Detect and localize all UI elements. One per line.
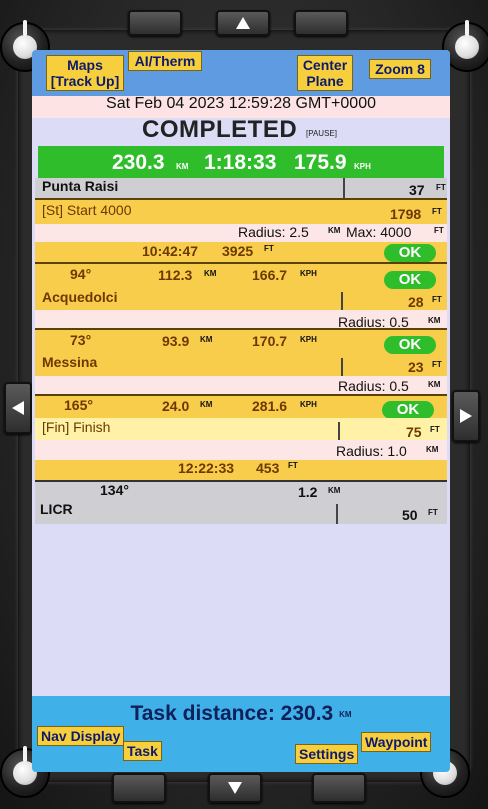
triangle-down-icon — [228, 782, 242, 794]
summary-speed-unit: KPH — [354, 162, 371, 171]
pause-button[interactable]: [PAUSE] — [306, 129, 337, 138]
leg1-elevation-unit: FT — [432, 295, 442, 304]
arrival-row[interactable] — [35, 482, 447, 524]
leg2-bearing: 73° — [70, 332, 92, 348]
finish-elevation-unit: FT — [430, 425, 440, 434]
leg2-elevation: 23 — [408, 359, 424, 375]
leg1-speed: 166.7 — [252, 267, 288, 283]
leg1-radius-unit: KM — [428, 316, 441, 325]
leg1-elevation: 28 — [408, 294, 424, 310]
start-radius: Radius: 2.5 — [238, 224, 309, 240]
row-separator — [35, 198, 447, 200]
leg1-distance: 112.3 — [158, 267, 193, 283]
page-right-button[interactable] — [452, 390, 480, 442]
leg3-speed-unit: KPH — [300, 400, 317, 409]
start-altitude-unit: FT — [264, 244, 274, 253]
leg2-speed: 170.7 — [252, 333, 288, 349]
summary-speed: 175.9 — [294, 151, 347, 174]
bottom-right-bezel-button[interactable] — [312, 773, 366, 803]
leg1-waypoint-name: Acquedolci — [42, 289, 118, 305]
task-screen: Maps [Track Up] AI/Therm Center Plane Zo… — [32, 50, 450, 772]
start-max-altitude: Max: 4000 — [346, 224, 412, 240]
leg3-speed: 281.6 — [252, 398, 288, 414]
top-right-bezel-button[interactable] — [294, 10, 348, 36]
task-distance-text: Task distance: 230.3 — [130, 702, 334, 725]
start-elevation: 1798 — [390, 206, 422, 222]
departure-name: Punta Raisi — [42, 178, 119, 194]
page-left-button[interactable] — [4, 382, 32, 434]
start-max-altitude-unit: FT — [434, 226, 444, 235]
leg2-radius-unit: KM — [428, 380, 441, 389]
leg3-distance: 24.0 — [162, 398, 190, 414]
waypoint-softkey[interactable]: Waypoint — [362, 733, 431, 751]
leg2-elevation-unit: FT — [432, 360, 442, 369]
scroll-up-button[interactable] — [216, 10, 270, 36]
start-elevation-unit: FT — [432, 207, 442, 216]
leg1-distance-unit: KM — [204, 269, 217, 278]
finish-altitude: 453 — [256, 460, 280, 476]
leg2-waypoint-name: Messina — [42, 354, 98, 370]
summary-time: 1:18:33 — [204, 151, 277, 174]
departure-elevation: 37 — [409, 182, 425, 198]
arrival-name: LICR — [40, 501, 73, 517]
finish-altitude-unit: FT — [288, 461, 298, 470]
start-radius-unit: KM — [328, 226, 341, 235]
finish-radius: Radius: 1.0 — [336, 443, 407, 459]
leg1-bearing: 94° — [70, 266, 92, 282]
leg3-ok-badge: OK — [382, 401, 434, 419]
triangle-left-icon — [12, 401, 24, 415]
arrival-elevation-unit: FT — [428, 508, 438, 517]
start-ok-badge: OK — [384, 244, 436, 262]
finish-time: 12:22:33 — [178, 460, 235, 476]
start-time: 10:42:47 — [142, 243, 199, 259]
column-divider — [336, 504, 338, 524]
scroll-down-button[interactable] — [208, 773, 262, 803]
leg2-ok-badge: OK — [384, 336, 436, 354]
task-status: COMPLETED — [142, 116, 298, 143]
finish-time-row — [35, 460, 447, 480]
leg2-distance: 93.9 — [162, 333, 190, 349]
departure-elevation-unit: FT — [436, 183, 446, 192]
leg1-ok-badge: OK — [384, 271, 436, 289]
arrival-distance: 1.2 — [298, 484, 318, 500]
rotary-knob-icon — [455, 35, 479, 59]
maps-track-up-softkey[interactable]: Maps [Track Up] — [47, 56, 123, 90]
start-altitude: 3925 — [222, 243, 254, 259]
leg2-speed-unit: KPH — [300, 335, 317, 344]
arrival-elevation: 50 — [402, 507, 418, 523]
arrival-bearing: 134° — [100, 482, 129, 498]
finish-elevation: 75 — [406, 424, 422, 440]
leg3-distance-unit: KM — [200, 400, 213, 409]
date-time: Sat Feb 04 2023 12:59:28 GMT+0000 — [106, 95, 376, 112]
nav-display-softkey[interactable]: Nav Display — [38, 727, 124, 745]
task-distance-unit: KM — [339, 709, 352, 719]
triangle-up-icon — [236, 17, 250, 29]
leg2-radius: Radius: 0.5 — [338, 378, 409, 394]
task-distance: Task distance: 230.3 KM — [32, 702, 450, 726]
leg1-speed-unit: KPH — [300, 269, 317, 278]
triangle-right-icon — [460, 409, 472, 423]
settings-softkey[interactable]: Settings — [296, 745, 358, 763]
center-plane-softkey[interactable]: Center Plane — [298, 56, 352, 90]
task-softkey[interactable]: Task — [124, 742, 161, 760]
zoom-softkey[interactable]: Zoom 8 — [370, 60, 430, 78]
column-divider — [338, 422, 340, 440]
leg2-distance-unit: KM — [200, 335, 213, 344]
start-name: [St] Start 4000 — [42, 202, 132, 218]
top-left-bezel-button[interactable] — [128, 10, 182, 36]
summary-distance-unit: KM — [176, 162, 189, 171]
ai-therm-softkey[interactable]: AI/Therm — [129, 52, 201, 70]
column-divider — [341, 358, 343, 376]
arrival-distance-unit: KM — [328, 486, 341, 495]
finish-name: [Fin] Finish — [42, 419, 111, 435]
bottom-left-bezel-button[interactable] — [112, 773, 166, 803]
finish-radius-unit: KM — [426, 445, 439, 454]
summary-distance: 230.3 — [112, 151, 165, 174]
column-divider — [341, 292, 343, 310]
leg3-bearing: 165° — [64, 397, 93, 413]
